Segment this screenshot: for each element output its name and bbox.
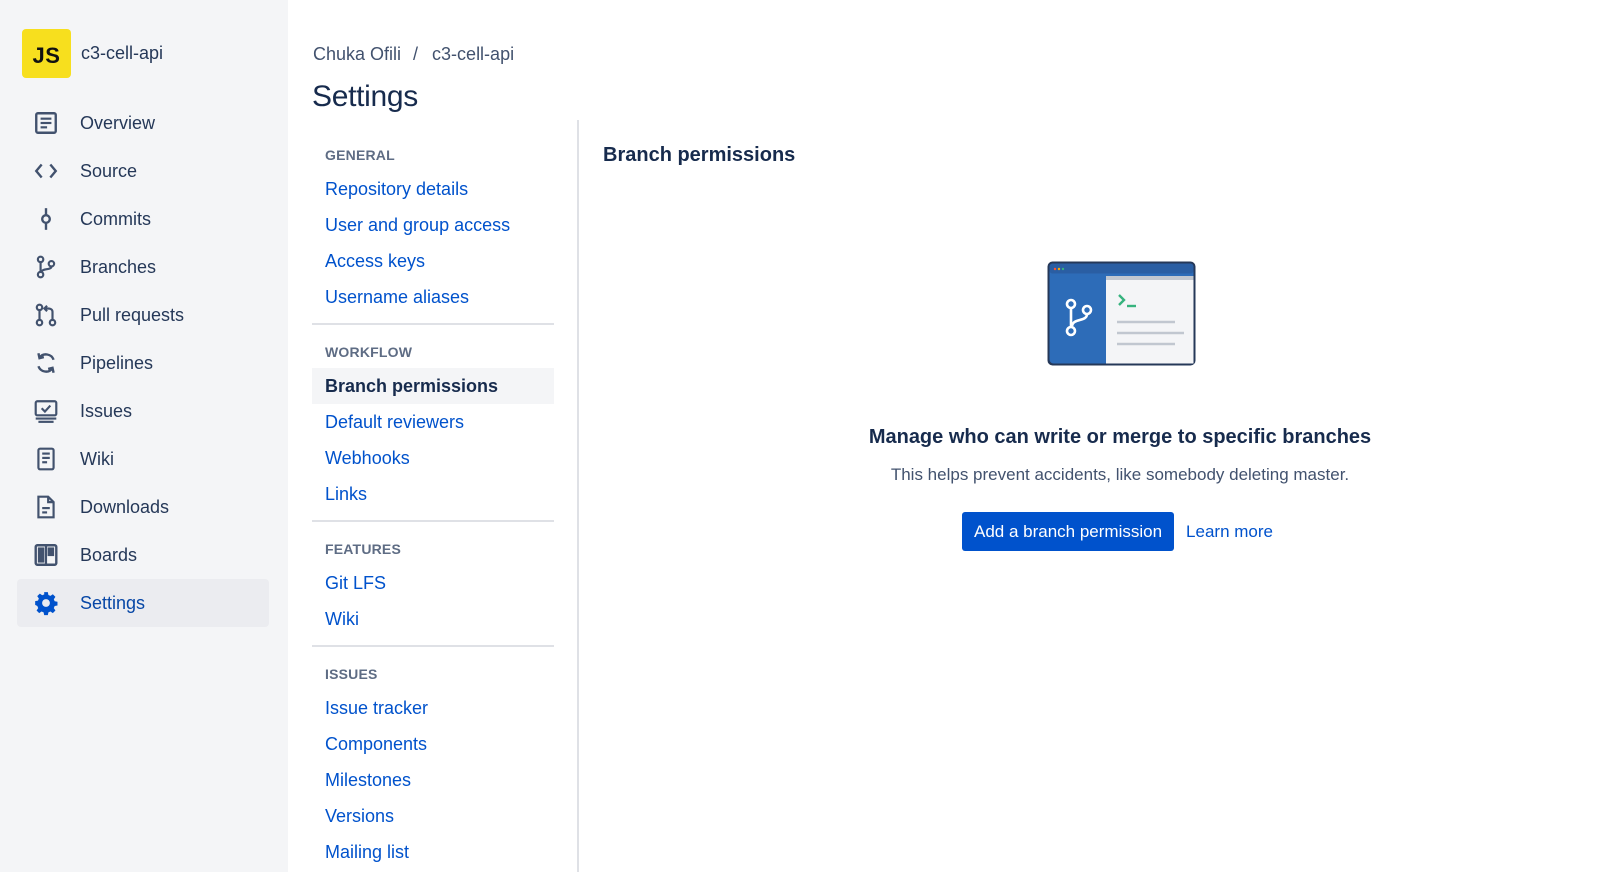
page-title: Settings (312, 80, 418, 113)
settings-link-milestones[interactable]: Milestones (312, 762, 554, 798)
settings-link-versions[interactable]: Versions (312, 798, 554, 834)
project-sidebar: JS c3-cell-api Overview Source Commits B… (0, 0, 288, 872)
empty-state-description: This helps prevent accidents, like someb… (890, 465, 1350, 484)
settings-link-mailing-list[interactable]: Mailing list (312, 834, 554, 870)
sidebar-item-label: Commits (80, 208, 151, 229)
sidebar-item-pipelines[interactable]: Pipelines (17, 339, 269, 387)
breadcrumb-separator: / (413, 44, 419, 64)
settings-group-general: GENERAL Repository details User and grou… (312, 136, 554, 325)
sidebar-nav: Overview Source Commits Branches Pull re… (17, 99, 269, 627)
sidebar-item-wiki[interactable]: Wiki (17, 435, 269, 483)
empty-state-actions: Add a branch permission Learn more (962, 512, 1273, 551)
sidebar-item-label: Settings (80, 592, 146, 613)
sidebar-item-commits[interactable]: Commits (17, 195, 269, 243)
sidebar-item-settings[interactable]: Settings (17, 579, 269, 627)
settings-group-heading: WORKFLOW (325, 344, 413, 360)
empty-state-heading: Manage who can write or merge to specifi… (868, 426, 1372, 448)
breadcrumb-owner-link[interactable]: Chuka Ofili (313, 44, 401, 65)
settings-link-default-reviewers[interactable]: Default reviewers (312, 404, 554, 440)
settings-group-features: FEATURES Git LFS Wiki (312, 530, 554, 647)
sidebar-item-pull-requests[interactable]: Pull requests (17, 291, 269, 339)
sidebar-item-label: Pull requests (80, 304, 185, 325)
add-branch-permission-button[interactable]: Add a branch permission (962, 512, 1175, 551)
sidebar-item-label: Boards (80, 544, 138, 565)
gear-icon (33, 590, 59, 616)
settings-nav-divider (577, 120, 579, 872)
repo-name[interactable]: c3-cell-api (81, 43, 163, 64)
sidebar-item-label: Downloads (80, 496, 170, 517)
breadcrumb-repo-link[interactable]: c3-cell-api (432, 44, 514, 65)
branch-terminal-illustration (1046, 260, 1197, 367)
settings-group-heading: FEATURES (325, 541, 402, 557)
branch-icon (33, 254, 59, 280)
settings-group-heading: ISSUES (325, 666, 378, 682)
settings-nav: GENERAL Repository details User and grou… (312, 136, 554, 886)
settings-link-username-aliases[interactable]: Username aliases (312, 279, 554, 315)
issues-icon (33, 398, 59, 424)
sidebar-item-label: Pipelines (80, 352, 154, 373)
sidebar-item-branches[interactable]: Branches (17, 243, 269, 291)
settings-group-workflow: WORKFLOW Branch permissions Default revi… (312, 333, 554, 522)
settings-link-webhooks[interactable]: Webhooks (312, 440, 554, 476)
settings-link-issue-tracker[interactable]: Issue tracker (312, 690, 554, 726)
sidebar-item-downloads[interactable]: Downloads (17, 483, 269, 531)
pipelines-icon (33, 350, 59, 376)
settings-link-user-and-group-access[interactable]: User and group access (312, 207, 554, 243)
sidebar-item-source[interactable]: Source (17, 147, 269, 195)
sidebar-item-label: Issues (80, 400, 133, 421)
sidebar-item-overview[interactable]: Overview (17, 99, 269, 147)
settings-link-repository-details[interactable]: Repository details (312, 171, 554, 207)
settings-link-links[interactable]: Links (312, 476, 554, 512)
downloads-icon (33, 494, 59, 520)
sidebar-item-label: Wiki (80, 448, 114, 469)
learn-more-link[interactable]: Learn more (1186, 522, 1273, 542)
panel-title: Branch permissions (603, 144, 796, 166)
sidebar-item-label: Branches (80, 256, 157, 277)
repo-avatar[interactable]: JS (22, 29, 71, 78)
settings-link-wiki[interactable]: Wiki (312, 601, 554, 637)
pull-request-icon (33, 302, 59, 328)
breadcrumb: Chuka Ofili / c3-cell-api (313, 44, 514, 65)
overview-icon (33, 110, 59, 136)
settings-group-issues: ISSUES Issue tracker Components Mileston… (312, 655, 554, 878)
commit-icon (33, 206, 59, 232)
wiki-icon (33, 446, 59, 472)
settings-link-components[interactable]: Components (312, 726, 554, 762)
settings-group-heading: GENERAL (325, 147, 395, 163)
settings-link-branch-permissions[interactable]: Branch permissions (312, 368, 554, 404)
sidebar-item-boards[interactable]: Boards (17, 531, 269, 579)
source-code-icon (33, 158, 59, 184)
settings-link-git-lfs[interactable]: Git LFS (312, 565, 554, 601)
sidebar-item-issues[interactable]: Issues (17, 387, 269, 435)
repo-header[interactable]: JS c3-cell-api (22, 29, 163, 78)
sidebar-item-label: Overview (80, 112, 156, 133)
sidebar-item-label: Source (80, 160, 138, 181)
settings-link-access-keys[interactable]: Access keys (312, 243, 554, 279)
boards-icon (33, 542, 59, 568)
